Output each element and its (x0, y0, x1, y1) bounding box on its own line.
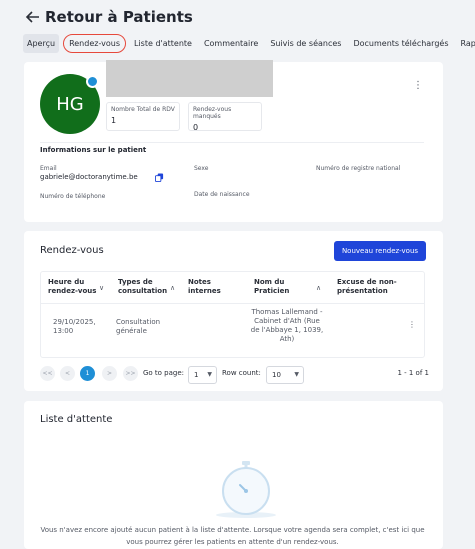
tab-suivis-seances[interactable]: Suivis de séances (266, 34, 345, 53)
stat-total-label: Nombre Total de RDV (111, 106, 175, 113)
cell-type: Consultation générale (116, 318, 161, 335)
tab-commentaire[interactable]: Commentaire (200, 34, 262, 53)
tab-liste-attente[interactable]: Liste d'attente (130, 34, 196, 53)
page-select[interactable]: 1 ▼ (188, 366, 217, 384)
appointments-card: Rendez-vous Nouveau rendez-vous Heure du… (24, 231, 443, 391)
waitlist-empty-message: Vous n'avez encore ajouté aucun patient … (40, 526, 425, 546)
chevron-down-icon: ▼ (207, 371, 212, 378)
col-header-types[interactable]: Types de consultation (118, 278, 170, 296)
divider (40, 142, 424, 143)
col-header-heure[interactable]: Heure du rendez-vous (48, 278, 98, 296)
col-header-praticien[interactable]: Nom du Praticien (254, 278, 304, 296)
tab-apercu[interactable]: Aperçu (23, 34, 60, 53)
patient-card: HG Nombre Total de RDV 1 Rendez-vous man… (24, 60, 443, 222)
tab-documents[interactable]: Documents téléchargés (349, 34, 452, 53)
phone-label: Numéro de téléphone (40, 193, 106, 200)
more-vertical-icon[interactable]: ⋮ (413, 80, 423, 91)
go-to-page-label: Go to page: (143, 369, 185, 377)
tab-rappels[interactable]: Rappels (457, 34, 475, 53)
waitlist-title: Liste d'attente (40, 414, 113, 425)
appointments-table: Heure du rendez-vous ∨ Types de consulta… (40, 271, 425, 358)
chevron-up-icon[interactable]: ∧ (170, 284, 175, 292)
row-count-value: 10 (272, 371, 281, 379)
appointments-title: Rendez-vous (40, 245, 104, 256)
tab-rendez-vous[interactable]: Rendez-vous (63, 34, 126, 53)
waitlist-card: Liste d'attente Vous n'avez encore ajout… (24, 401, 443, 549)
stat-missed-label: Rendez-vous manqués (193, 106, 232, 120)
pagination: << < 1 > >> Go to page: 1 ▼ Row count: 1… (40, 366, 429, 384)
cell-practitioner: Thomas Lallemand - Cabinet d'Ath (Rue de… (250, 308, 324, 343)
more-vertical-icon[interactable]: ⋮ (408, 320, 416, 329)
birth-label: Date de naissance (194, 191, 250, 198)
email-label: Email (40, 165, 57, 172)
page-select-value: 1 (194, 371, 199, 379)
page-1-button[interactable]: 1 (80, 366, 95, 381)
copy-icon[interactable] (155, 173, 164, 182)
chevron-up-icon[interactable]: ∧ (316, 284, 321, 292)
col-header-notes[interactable]: Notes internes (188, 278, 228, 296)
col-header-excuse[interactable]: Excuse de non-présentation (337, 278, 409, 296)
first-page-button[interactable]: << (40, 366, 55, 381)
sexe-label: Sexe (194, 165, 209, 172)
last-page-button[interactable]: >> (123, 366, 138, 381)
patient-info-title: Informations sur le patient (40, 146, 147, 154)
tab-bar: Aperçu Rendez-vous Liste d'attente Comme… (23, 34, 475, 53)
email-value: gabriele@doctoranytime.be (40, 173, 138, 181)
prev-page-button[interactable]: < (60, 366, 75, 381)
cell-time: 29/10/2025, 13:00 (53, 318, 96, 335)
stat-missed-rdv: Rendez-vous manqués 0 (188, 102, 262, 132)
avatar-edit-badge-icon[interactable] (86, 75, 99, 88)
row-count-select[interactable]: 10 ▼ (266, 366, 304, 384)
next-page-button[interactable]: > (102, 366, 117, 381)
row-count-label: Row count: (222, 369, 261, 377)
divider (41, 303, 424, 304)
stat-total-rdv: Nombre Total de RDV 1 (106, 102, 180, 131)
stat-total-value: 1 (111, 116, 117, 125)
new-appointment-button[interactable]: Nouveau rendez-vous (334, 241, 426, 261)
back-arrow-icon[interactable] (24, 8, 42, 26)
stat-missed-value: 0 (193, 123, 199, 132)
registre-label: Numéro de registre national (316, 165, 401, 172)
page-range: 1 - 1 of 1 (397, 369, 429, 377)
patient-name-redacted (106, 60, 273, 97)
chevron-down-icon: ▼ (294, 371, 299, 378)
page-title: Retour à Patients (45, 8, 193, 26)
chevron-down-icon[interactable]: ∨ (99, 284, 104, 292)
stopwatch-illustration (216, 461, 276, 518)
